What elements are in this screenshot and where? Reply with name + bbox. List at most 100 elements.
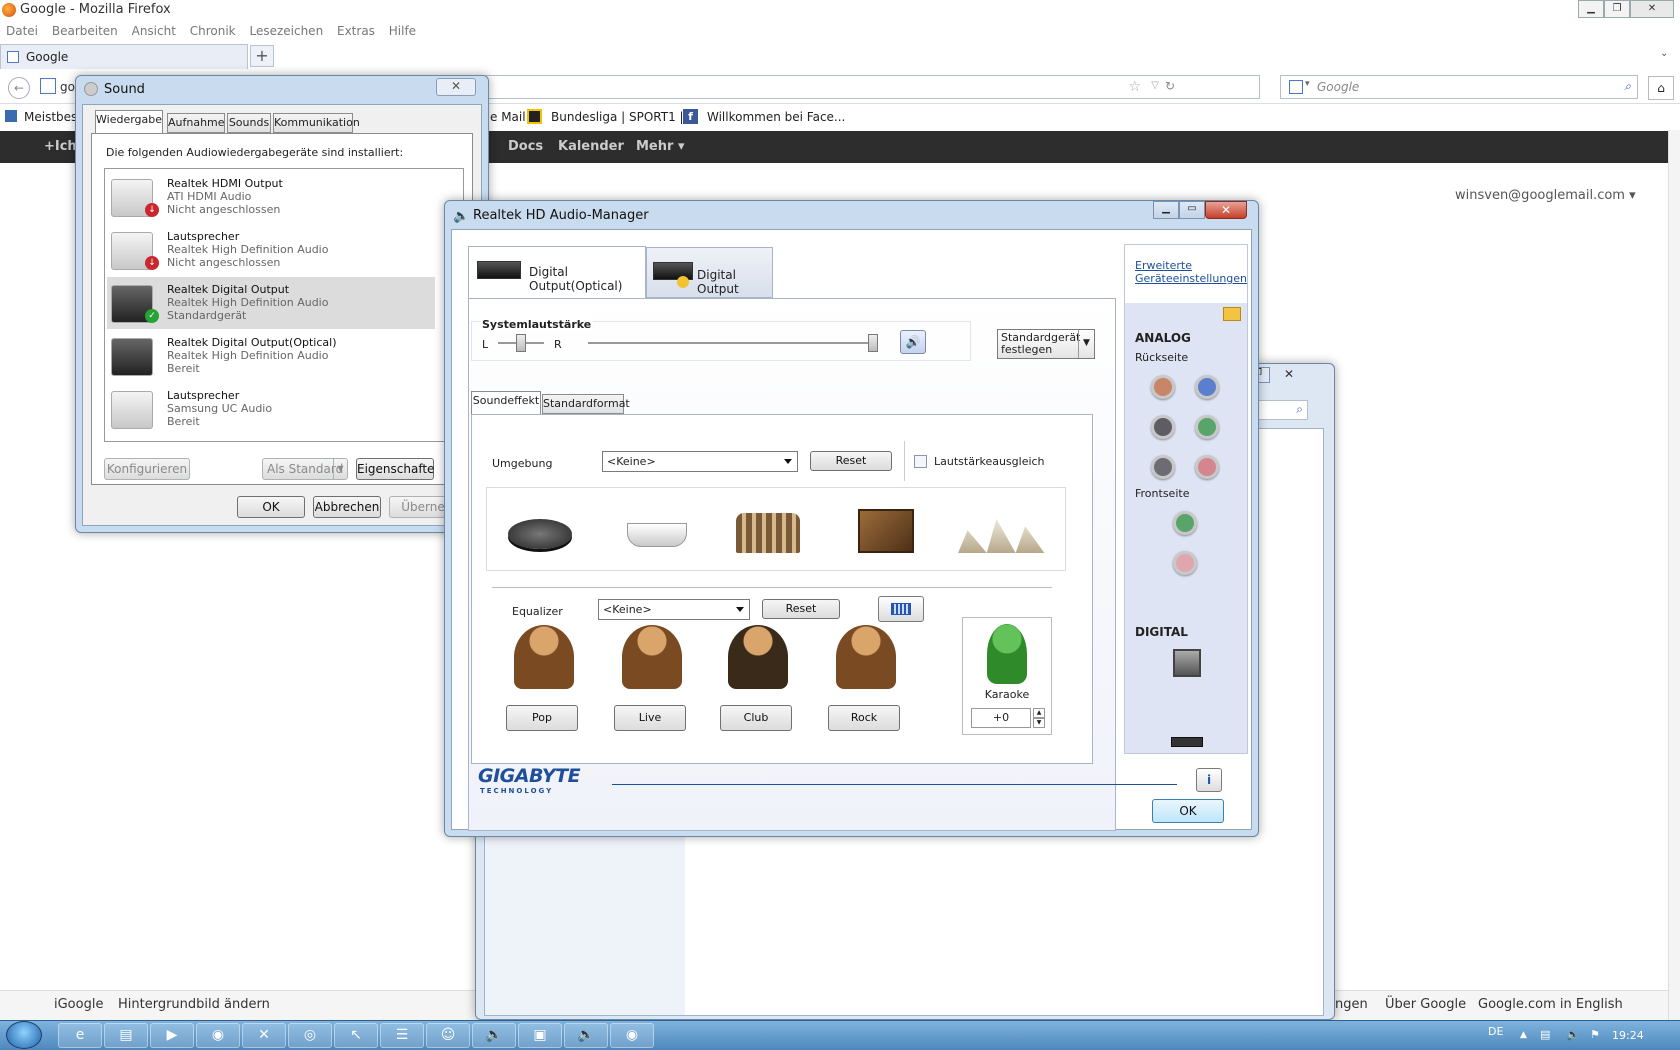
- device-item[interactable]: ↓ Realtek HDMI Output ATI HDMI Audio Nic…: [107, 171, 435, 223]
- jack-orange-icon[interactable]: [1151, 375, 1175, 399]
- bookmark-sport1[interactable]: Bundesliga | SPORT1 |...: [551, 110, 695, 124]
- tab-sounds[interactable]: Sounds: [227, 113, 271, 133]
- bookmark-mail[interactable]: e Mail: [490, 110, 526, 124]
- configure-button[interactable]: Konfigurieren: [104, 458, 190, 480]
- search-bar[interactable]: ▾ Google ⌕: [1280, 75, 1638, 99]
- hdmi-port-icon[interactable]: [1171, 737, 1203, 747]
- menu-ansicht[interactable]: Ansicht: [132, 24, 176, 38]
- balance-slider[interactable]: [516, 334, 526, 352]
- tray-flag-icon[interactable]: ⚑: [1590, 1028, 1600, 1041]
- ie-icon[interactable]: e: [58, 1023, 102, 1048]
- karaoke-up-icon[interactable]: ▲: [1033, 708, 1045, 718]
- tab-aufnahme[interactable]: Aufnahme: [167, 113, 225, 133]
- sound-taskbar-icon[interactable]: 🔈: [472, 1023, 516, 1048]
- gbar-ich[interactable]: +Ich: [44, 139, 77, 154]
- minimize-button[interactable]: ▁: [1578, 0, 1604, 18]
- folder-icon[interactable]: [1223, 307, 1241, 321]
- footer-hintergrundbild[interactable]: Hintergrundbild ändern: [118, 997, 270, 1012]
- tab-digital-optical[interactable]: Digital Output(Optical): [468, 246, 646, 298]
- subtab-standardformat[interactable]: Standardformat: [542, 394, 630, 414]
- footer-google-com-english[interactable]: Google.com in English: [1478, 997, 1623, 1012]
- preset-bathtub-icon[interactable]: [607, 497, 703, 563]
- menu-datei[interactable]: Datei: [6, 24, 38, 38]
- user-account[interactable]: winsven@googlemail.com ▾: [1455, 188, 1636, 203]
- bookmark-star-icon[interactable]: ☆: [1128, 79, 1141, 95]
- menu-bearbeiten[interactable]: Bearbeiten: [52, 24, 118, 38]
- url-bar[interactable]: ☆ ▽ ↻: [485, 75, 1260, 99]
- preset-colosseum-icon[interactable]: [720, 497, 816, 563]
- search-engine-icon[interactable]: [1289, 80, 1303, 94]
- realtek-minimize-button[interactable]: ▁: [1153, 201, 1179, 219]
- back-icon[interactable]: ←: [8, 77, 30, 99]
- eq-live-button[interactable]: Live: [614, 705, 686, 731]
- tab-list-chevron-icon[interactable]: ⌄: [1660, 48, 1668, 59]
- properties-button[interactable]: Eigenschafte: [356, 458, 434, 480]
- background-window-close-button[interactable]: ✕: [1272, 367, 1306, 383]
- loudness-checkbox[interactable]: [914, 455, 927, 468]
- url-text[interactable]: go: [60, 80, 75, 94]
- advanced-settings-link-line2[interactable]: Geräteeinstellungen: [1135, 272, 1247, 285]
- home-icon[interactable]: ⌂: [1648, 76, 1674, 100]
- footer-igoogle[interactable]: iGoogle: [54, 997, 103, 1012]
- gbar-docs[interactable]: Docs: [508, 139, 543, 154]
- search-engine-dropdown-icon[interactable]: ▾: [1305, 79, 1310, 89]
- jack-black-icon[interactable]: [1151, 415, 1175, 439]
- jack-pink-icon[interactable]: [1195, 455, 1219, 479]
- menu-chronik[interactable]: Chronik: [190, 24, 236, 38]
- subtab-soundeffekt[interactable]: Soundeffekt: [471, 391, 541, 414]
- people-app-icon[interactable]: ☺: [426, 1023, 470, 1048]
- site-identity-icon[interactable]: [40, 78, 56, 94]
- eq-club-button[interactable]: Club: [720, 705, 792, 731]
- display-app-icon[interactable]: ▣: [518, 1023, 562, 1048]
- new-tab-button[interactable]: +: [250, 45, 274, 67]
- advanced-settings-link-line1[interactable]: Erweiterte: [1135, 259, 1192, 272]
- jack-green-icon[interactable]: [1195, 415, 1219, 439]
- search-icon[interactable]: ⌕: [1624, 79, 1631, 94]
- set-default-button[interactable]: Als Standard ▼: [262, 458, 348, 480]
- realtek-maximize-button[interactable]: ▭: [1179, 201, 1205, 219]
- media-player-icon[interactable]: ▶: [150, 1023, 194, 1048]
- volume-slider[interactable]: [868, 334, 878, 352]
- gbar-kalender[interactable]: Kalender: [558, 139, 624, 154]
- eq-pop-button[interactable]: Pop: [506, 705, 578, 731]
- front-jack-green-icon[interactable]: [1173, 511, 1197, 535]
- menu-hilfe[interactable]: Hilfe: [389, 24, 416, 38]
- equalizer-select[interactable]: <Keine>: [598, 599, 750, 620]
- language-indicator[interactable]: DE: [1488, 1025, 1503, 1038]
- explorer-icon[interactable]: ▤: [104, 1023, 148, 1048]
- mute-speaker-icon[interactable]: 🔊: [900, 330, 926, 354]
- karaoke-down-icon[interactable]: ▼: [1033, 718, 1045, 728]
- close-button[interactable]: ✕: [1630, 0, 1674, 18]
- firefox-window-taskbar-icon[interactable]: ◉: [610, 1023, 654, 1048]
- preset-opera-house-icon[interactable]: [950, 497, 1060, 563]
- cancel-button[interactable]: Abbrechen: [313, 496, 381, 518]
- menu-extras[interactable]: Extras: [337, 24, 375, 38]
- spdif-optical-icon[interactable]: [1173, 649, 1201, 677]
- sound-close-button[interactable]: ✕: [436, 78, 476, 96]
- realtek-close-button[interactable]: ✕: [1205, 201, 1247, 219]
- set-default-device-button[interactable]: Standardgerät festlegen ▼: [997, 329, 1095, 359]
- jack-blue-icon[interactable]: [1195, 375, 1219, 399]
- firefox-taskbar-icon[interactable]: ◉: [196, 1023, 240, 1048]
- device-item[interactable]: Lautsprecher Samsung UC Audio Bereit: [107, 383, 435, 435]
- preset-stone-icon[interactable]: [492, 497, 588, 563]
- network-app-icon[interactable]: ☰: [380, 1023, 424, 1048]
- equalizer-reset-button[interactable]: Reset: [762, 599, 840, 619]
- device-item-selected[interactable]: ✓ Realtek Digital Output Realtek High De…: [107, 277, 435, 329]
- tab-digital-output[interactable]: Digital Output: [646, 247, 773, 298]
- environment-select[interactable]: <Keine>: [602, 451, 798, 472]
- equalizer-graph-button[interactable]: [878, 596, 924, 622]
- tab-wiedergabe[interactable]: Wiedergabe: [95, 110, 163, 133]
- page-scrollbar[interactable]: [1668, 130, 1680, 1020]
- footer-ueber-google[interactable]: Über Google: [1385, 997, 1466, 1012]
- excel-icon[interactable]: ✕: [242, 1023, 286, 1048]
- tray-volume-icon[interactable]: 🔈: [1566, 1028, 1580, 1041]
- reload-icon[interactable]: ↻: [1165, 79, 1175, 93]
- info-icon[interactable]: i: [1196, 768, 1222, 792]
- clock[interactable]: 19:24: [1612, 1029, 1644, 1042]
- menu-lesezeichen[interactable]: Lesezeichen: [249, 24, 323, 38]
- ok-button[interactable]: OK: [237, 496, 305, 518]
- maximize-button[interactable]: ❐: [1604, 0, 1630, 18]
- gbar-mehr[interactable]: Mehr ▾: [636, 139, 684, 154]
- front-jack-pink-icon[interactable]: [1173, 551, 1197, 575]
